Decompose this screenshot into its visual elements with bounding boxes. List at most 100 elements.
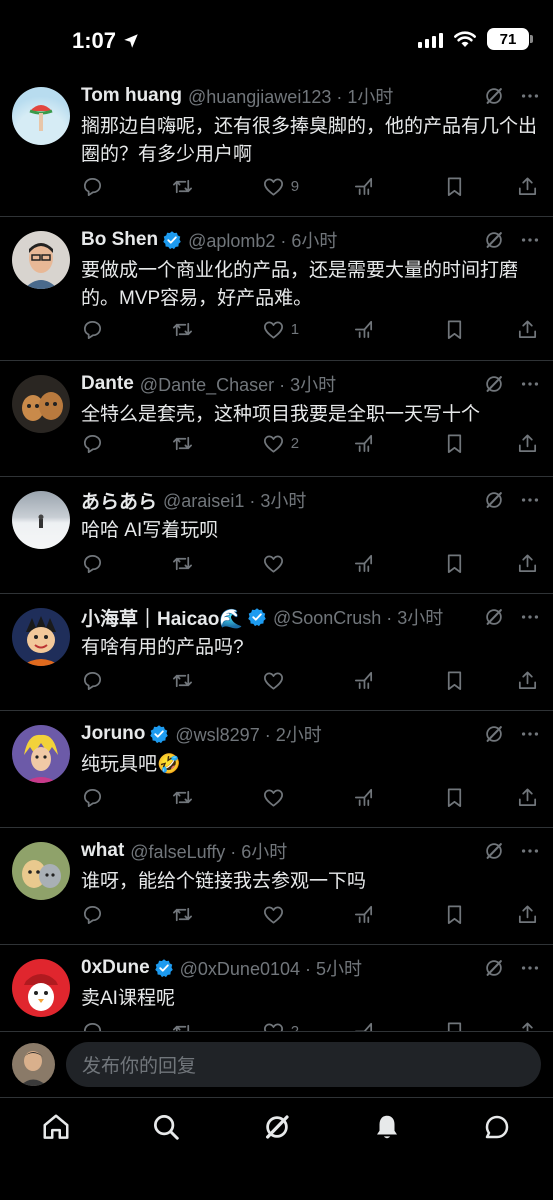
avatar[interactable] (12, 725, 70, 783)
more-icon[interactable] (519, 840, 541, 862)
views-button[interactable] (352, 1020, 392, 1031)
reply-button[interactable] (81, 903, 121, 926)
reply-button[interactable] (81, 175, 121, 198)
bookmark-button[interactable] (443, 1020, 466, 1031)
views-button[interactable] (352, 175, 392, 198)
grok-icon[interactable] (483, 85, 505, 107)
reply-button[interactable] (81, 1020, 121, 1031)
reply-item[interactable]: 0xDune @0xDune0104 · 5小时 卖AI课程呢 2 (0, 945, 553, 1031)
like-button[interactable]: 1 (262, 318, 302, 341)
like-button[interactable] (262, 903, 302, 926)
avatar[interactable] (12, 842, 70, 900)
author-name[interactable]: Dante (81, 373, 134, 395)
share-button[interactable] (516, 1020, 539, 1031)
bookmark-button[interactable] (443, 903, 466, 926)
views-button[interactable] (352, 432, 392, 455)
retweet-button[interactable] (171, 786, 211, 809)
share-button[interactable] (516, 175, 539, 198)
messages-icon[interactable] (482, 1112, 512, 1142)
share-button[interactable] (516, 432, 539, 455)
views-button[interactable] (352, 669, 392, 692)
author-name[interactable]: what (81, 840, 124, 862)
share-button[interactable] (516, 669, 539, 692)
reply-input[interactable]: 发布你的回复 (66, 1042, 541, 1087)
retweet-button[interactable] (171, 318, 211, 341)
author-handle[interactable]: @0xDune0104 · 5小时 (180, 955, 362, 981)
avatar[interactable] (12, 1043, 55, 1086)
more-icon[interactable] (519, 957, 541, 979)
author-name[interactable]: 小海草｜Haicao🌊 (81, 604, 243, 631)
like-button[interactable] (262, 786, 302, 809)
author-name[interactable]: Tom huang (81, 85, 182, 107)
share-button[interactable] (516, 318, 539, 341)
retweet-button[interactable] (171, 432, 211, 455)
author-name[interactable]: 0xDune (81, 957, 150, 979)
like-button[interactable] (262, 669, 302, 692)
avatar[interactable] (12, 491, 70, 549)
author-handle[interactable]: @falseLuffy · 6小时 (130, 838, 287, 864)
avatar[interactable] (12, 375, 70, 433)
retweet-button[interactable] (171, 669, 211, 692)
reply-button[interactable] (81, 786, 121, 809)
author-handle[interactable]: @huangjiawei123 · 1小时 (188, 83, 393, 109)
more-icon[interactable] (519, 229, 541, 251)
bookmark-button[interactable] (443, 175, 466, 198)
avatar[interactable] (12, 608, 70, 666)
reply-button[interactable] (81, 318, 121, 341)
like-button[interactable]: 2 (262, 1020, 302, 1031)
grok-icon[interactable] (483, 723, 505, 745)
share-button[interactable] (516, 786, 539, 809)
bookmark-button[interactable] (443, 669, 466, 692)
author-name[interactable]: あらあら (81, 487, 157, 514)
more-icon[interactable] (519, 489, 541, 511)
reply-item[interactable]: what @falseLuffy · 6小时 谁呀，能给个链接我去参观一下吗 (0, 828, 553, 945)
reply-item[interactable]: Bo Shen @aplomb2 · 6小时 要做成一个商业化的产品，还是需要大… (0, 217, 553, 361)
reply-item[interactable]: Dante @Dante_Chaser · 3小时 全特么是套壳，这种项目我要是… (0, 361, 553, 477)
reply-item[interactable]: Tom huang @huangjiawei123 · 1小时 搁那边自嗨呢，还… (0, 76, 553, 217)
grok-icon[interactable] (483, 840, 505, 862)
notifications-icon[interactable] (372, 1112, 402, 1142)
reply-button[interactable] (81, 669, 121, 692)
more-icon[interactable] (519, 373, 541, 395)
more-icon[interactable] (519, 723, 541, 745)
grok-icon[interactable] (262, 1112, 292, 1142)
reply-item[interactable]: 小海草｜Haicao🌊 @SoonCrush · 3小时 有啥有用的产品吗? (0, 594, 553, 711)
grok-icon[interactable] (483, 489, 505, 511)
bookmark-button[interactable] (443, 432, 466, 455)
author-name[interactable]: Joruno (81, 723, 145, 745)
avatar[interactable] (12, 231, 70, 289)
grok-icon[interactable] (483, 229, 505, 251)
share-button[interactable] (516, 903, 539, 926)
author-handle[interactable]: @wsl8297 · 2小时 (175, 721, 321, 747)
reply-button[interactable] (81, 432, 121, 455)
bookmark-button[interactable] (443, 318, 466, 341)
avatar[interactable] (12, 87, 70, 145)
bookmark-button[interactable] (443, 552, 466, 575)
retweet-button[interactable] (171, 903, 211, 926)
reply-button[interactable] (81, 552, 121, 575)
home-icon[interactable] (41, 1112, 71, 1142)
avatar[interactable] (12, 959, 70, 1017)
retweet-button[interactable] (171, 1020, 211, 1031)
retweet-button[interactable] (171, 175, 211, 198)
like-button[interactable] (262, 552, 302, 575)
views-button[interactable] (352, 903, 392, 926)
author-handle[interactable]: @SoonCrush · 3小时 (273, 604, 443, 630)
author-handle[interactable]: @Dante_Chaser · 3小时 (140, 371, 336, 397)
bookmark-button[interactable] (443, 786, 466, 809)
views-button[interactable] (352, 318, 392, 341)
like-button[interactable]: 9 (262, 175, 302, 198)
reply-item[interactable]: あらあら @araisei1 · 3小时 哈哈 AI写着玩呗 (0, 477, 553, 594)
grok-icon[interactable] (483, 957, 505, 979)
grok-icon[interactable] (483, 373, 505, 395)
more-icon[interactable] (519, 85, 541, 107)
views-button[interactable] (352, 552, 392, 575)
author-handle[interactable]: @araisei1 · 3小时 (163, 487, 306, 513)
like-button[interactable]: 2 (262, 432, 302, 455)
reply-item[interactable]: Joruno @wsl8297 · 2小时 纯玩具吧🤣 (0, 711, 553, 828)
author-name[interactable]: Bo Shen (81, 229, 158, 251)
author-handle[interactable]: @aplomb2 · 6小时 (188, 227, 337, 253)
grok-icon[interactable] (483, 606, 505, 628)
share-button[interactable] (516, 552, 539, 575)
views-button[interactable] (352, 786, 392, 809)
